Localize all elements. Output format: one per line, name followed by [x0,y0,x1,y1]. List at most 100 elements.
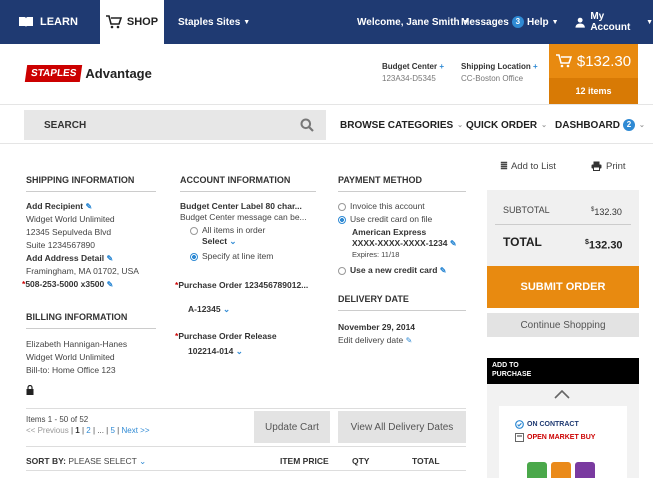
pencil-icon[interactable]: ✎ [440,266,447,275]
browse-categories-label: BROWSE CATEGORIES [340,119,454,131]
pager-previous[interactable]: << Previous [26,426,69,435]
add-to-list-label: Add to List [510,161,556,172]
print-label: Print [606,161,626,172]
radio-button[interactable] [338,202,346,211]
pencil-icon[interactable]: ✎ [450,239,457,248]
welcome-label: Welcome, Jane Smith [357,16,460,28]
budget-message: Budget Center message can be... [180,212,307,222]
pager-links: << Previous | 1 | 2 | ... | 5 | Next >> [26,425,149,436]
storefront-icon [515,432,524,442]
mini-cart[interactable]: $132.30 12 items [549,44,638,104]
pager-range: Items 1 - 50 of 52 [26,415,89,424]
continue-shopping-button[interactable]: Continue Shopping [487,313,639,337]
shipping-location[interactable]: Shipping Location + CC-Boston Office [461,62,538,83]
pencil-icon[interactable]: ✎ [106,254,113,263]
learn-tab[interactable]: LEARN [18,0,78,44]
radio-button[interactable] [338,266,346,275]
cart-total: $132.30 [576,52,632,70]
add-address-detail-link[interactable]: Add Address Detail ✎ [26,252,113,265]
messages-badge: 3 [511,16,524,28]
col-qty: QTY [352,456,370,466]
purple-product-image [575,462,595,478]
radio-new-card[interactable]: Use a new credit card ✎ [338,264,446,277]
budget-center[interactable]: Budget Center + 123A34-D5345 [382,62,444,83]
pager-page-2[interactable]: 2 [86,426,90,435]
submit-order-button[interactable]: SUBMIT ORDER [487,266,639,308]
pencil-icon[interactable]: ✎ [86,202,93,211]
search-icon[interactable] [300,118,314,132]
edit-delivery-date-link[interactable]: Edit delivery date ✎ [338,334,412,347]
ship-address-line1: 12345 Sepulveda Blvd [26,227,112,237]
open-market-row: OPEN MARKET BUY [515,431,595,444]
list-add-icon: ≣ [500,161,508,172]
ship-address-line2: Suite 1234567890 [26,240,96,250]
po-release-label: Purchase Order Release [178,331,277,341]
bill-to: Bill-to: Home Office 123 [26,365,116,375]
staples-sites-menu[interactable]: Staples Sites ▼ [178,0,250,44]
radio-invoice-label: Invoice this account [350,201,425,211]
add-address-detail-label: Add Address Detail [26,253,105,263]
messages-link[interactable]: Messages 3 [461,0,524,44]
orange-product-image [551,462,571,478]
budget-center-label: Budget Center [382,62,438,71]
radio-invoice[interactable]: Invoice this account [338,200,425,213]
chevron-down-icon: ⌄ [229,236,237,246]
edit-delivery-label: Edit delivery date [338,335,404,345]
radio-line-item[interactable]: Specify at line item [190,250,273,263]
browse-categories-menu[interactable]: BROWSE CATEGORIES ⌄ [340,105,463,145]
chevron-down-icon: ⌄ [235,346,243,356]
user-icon [575,17,585,28]
my-account-menu[interactable]: My Account ▼ [575,0,653,44]
radio-button-selected[interactable] [190,252,198,261]
welcome-menu[interactable]: Welcome, Jane Smith ▼ [357,0,470,44]
update-cart-button[interactable]: Update Cart [254,411,330,443]
bill-name: Elizabeth Hannigan-Hanes [26,339,128,349]
logo-text: Advantage [85,66,152,81]
sort-by-dropdown[interactable]: SORT BY: PLEASE SELECT ⌄ [26,455,146,468]
search-input[interactable]: SEARCH [24,110,326,140]
chevron-down-icon: ⌄ [457,122,464,129]
add-to-line1: ADD TO [492,362,519,369]
help-menu[interactable]: Help ▼ [527,0,559,44]
cart-item-count: 12 items [549,78,638,104]
dashboard-menu[interactable]: DASHBOARD 2 ⌄ [555,105,645,145]
shipping-info-heading: SHIPPING INFORMATION [26,175,156,192]
chevron-up-icon[interactable] [554,390,570,399]
radio-all-items-label: All items in order [202,225,266,235]
radio-button-selected[interactable] [338,215,346,224]
subtotal-label: SUBTOTAL [503,205,550,215]
pager-sep: | [106,426,109,435]
select-dropdown[interactable]: Select ⌄ [202,235,237,248]
po-label: Purchase Order 123456789012... [178,280,309,290]
card-number: XXXX-XXXX-XXXX-1234 [352,238,448,248]
po-dropdown[interactable]: A-12345 ⌄ [188,303,230,316]
po-release-dropdown[interactable]: 102214-014 ⌄ [188,345,243,358]
card-expires: Expires: 11/18 [352,250,400,259]
radio-button[interactable] [190,226,198,235]
pencil-icon[interactable]: ✎ [406,336,413,345]
subtotal-value-row: $132.30 [591,204,622,219]
chevron-down-icon: ⌄ [541,122,547,129]
print-link[interactable]: Print [591,160,626,173]
pencil-icon[interactable]: ✎ [107,280,114,289]
subtotal-value: 132.30 [594,207,622,217]
view-delivery-dates-button[interactable]: View All Delivery Dates [338,411,466,443]
billing-info-heading: BILLING INFORMATION [26,312,156,329]
pager-next[interactable]: Next >> [121,426,149,435]
staples-advantage-logo[interactable]: STAPLES Advantage [24,65,152,82]
col-total: TOTAL [412,456,440,466]
promo-card[interactable]: ON CONTRACT OPEN MARKET BUY [499,406,627,478]
shop-tab[interactable]: SHOP [100,0,164,44]
total-label: TOTAL [503,235,542,249]
lock-icon [26,385,34,395]
radio-card-on-file[interactable]: Use credit card on file [338,213,432,226]
chevron-down-icon: ⌄ [639,122,645,129]
pager-page-5[interactable]: 5 [110,426,114,435]
quick-order-menu[interactable]: QUICK ORDER ⌄ [466,105,547,145]
add-to-list-link[interactable]: ≣ Add to List [500,160,556,173]
add-recipient-link[interactable]: Add Recipient ✎ [26,200,92,213]
search-nav-row: SEARCH BROWSE CATEGORIES ⌄ QUICK ORDER ⌄ D… [0,104,653,144]
shipping-location-label: Shipping Location [461,62,531,71]
po-label-row: *Purchase Order 123456789012... [175,279,308,292]
pager-page-1[interactable]: 1 [75,426,79,435]
